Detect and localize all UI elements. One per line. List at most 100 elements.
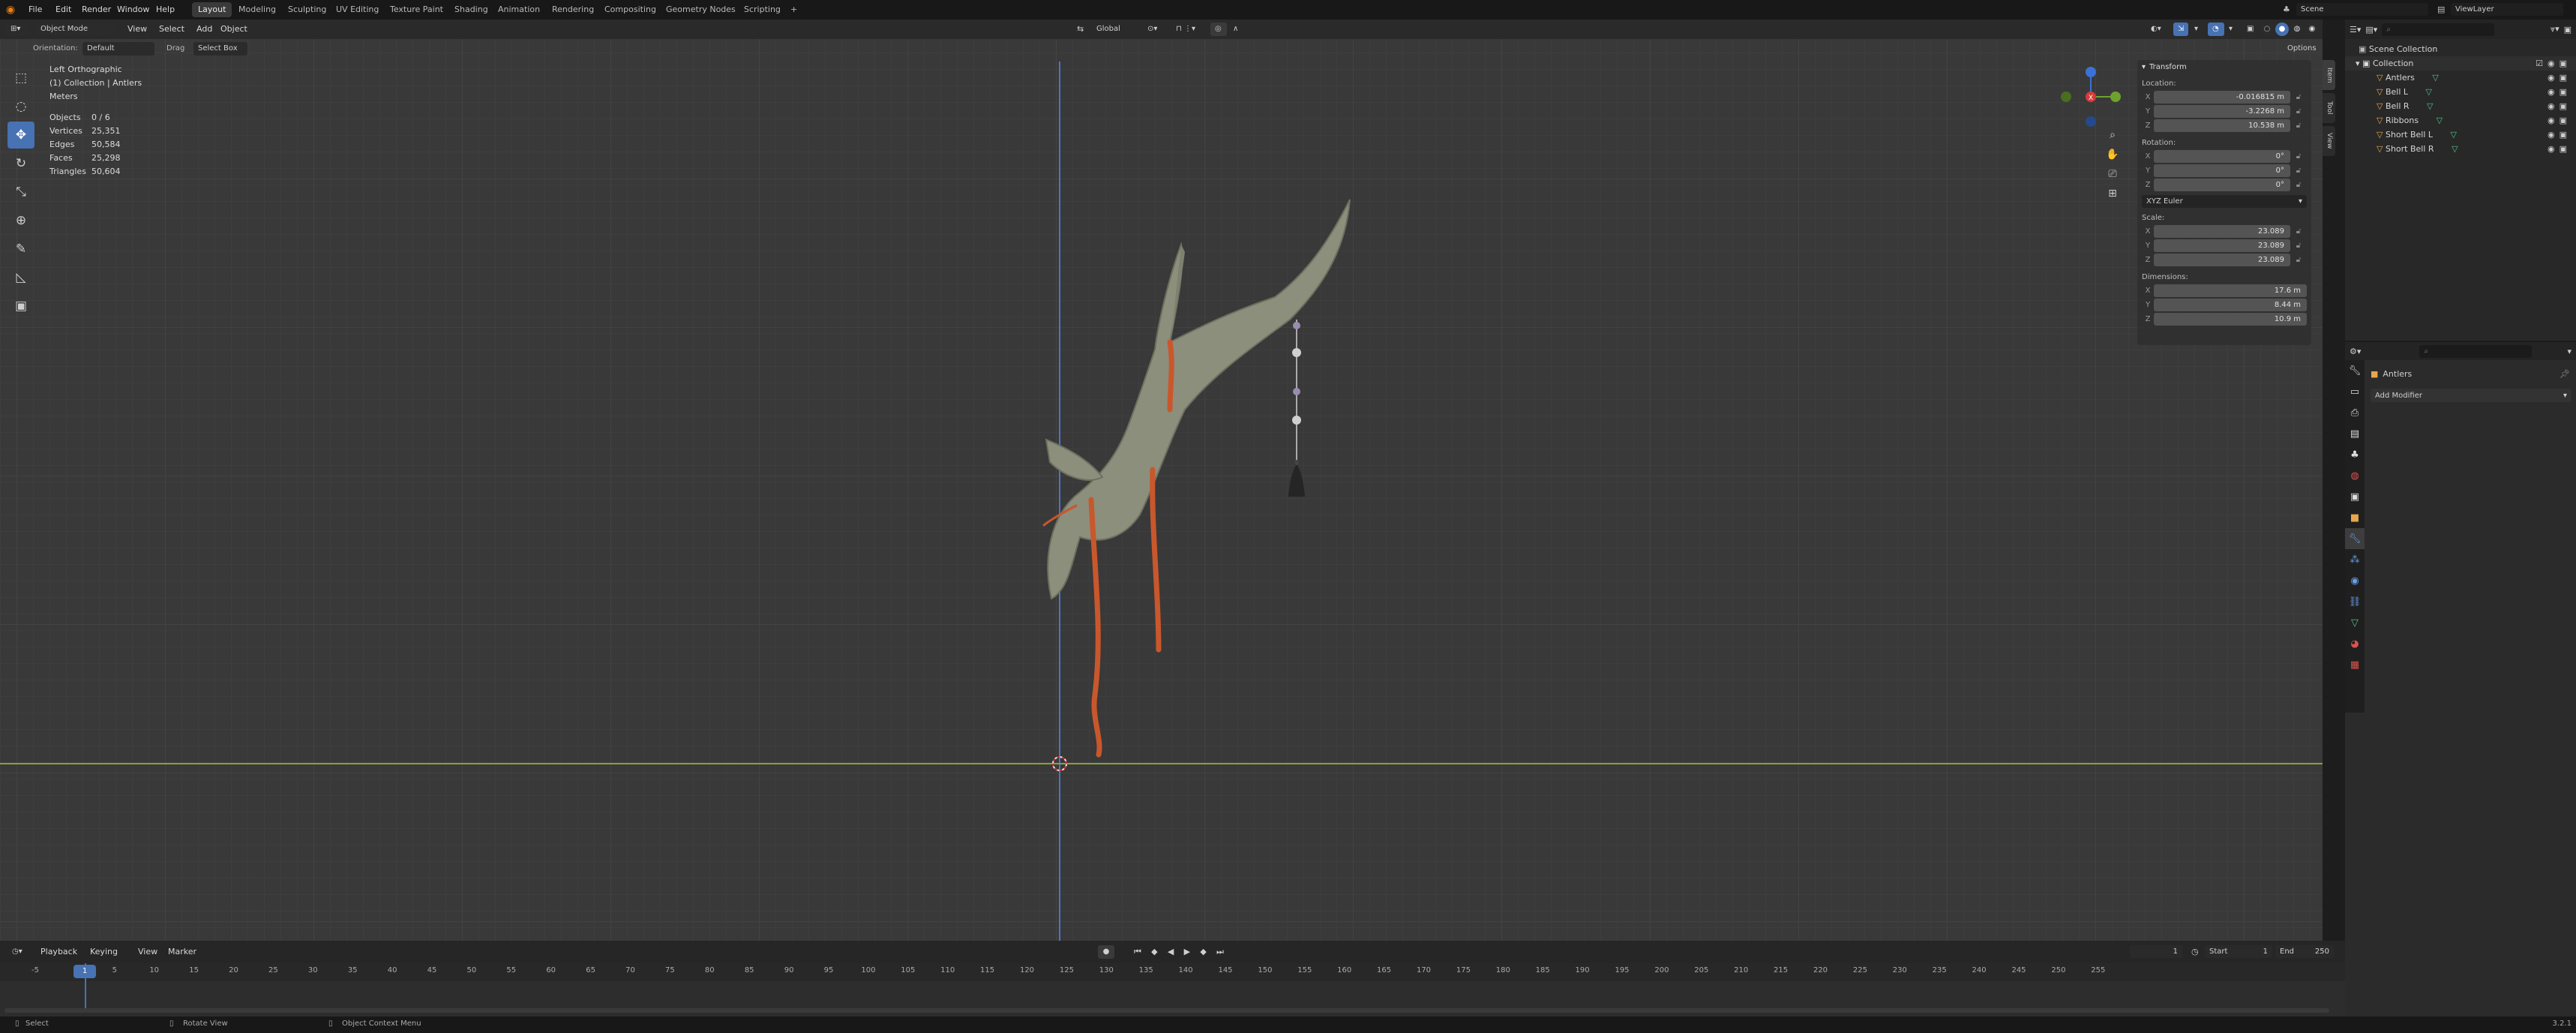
visibility-toggles[interactable]: ◉▣ [2548,113,2572,128]
tab-layout[interactable]: Layout [192,2,232,17]
frame-ruler[interactable]: -5 5 10 15 20 25 30 35 40 45 50 55 60 65 70 75 80 85 90 95 1… [0,963,2345,981]
tab-scripting[interactable]: Scripting [738,2,787,17]
outliner-row[interactable]: ▽ Bell L ▽ ◉▣ [2345,85,2576,99]
record-icon[interactable]: ● [1098,945,1114,959]
timeline-scrollbar[interactable] [4,1008,2329,1013]
filter-icon[interactable]: ⩔▾ [2551,24,2560,35]
tab-geometry-nodes[interactable]: Geometry Nodes [660,2,742,17]
scale-x-field[interactable]: 23.089 [2154,225,2290,238]
add-workspace-button[interactable]: + [784,2,803,17]
menu-timeline-view[interactable]: View [132,945,163,959]
play-reverse-icon[interactable]: ◀ [1168,945,1174,959]
lock-icon[interactable]: 🔓︎ [2290,242,2307,250]
end-frame-field[interactable]: End 250 [2275,945,2334,958]
outliner-editor-icon[interactable]: ☰▾ [2350,25,2361,35]
lock-icon[interactable]: 🔓︎ [2290,122,2307,130]
dimensions-z-field[interactable]: 10.9 m [2154,313,2307,326]
blender-logo-icon[interactable]: ◉ [6,4,18,16]
jump-end-icon[interactable]: ⏭ [1216,945,1224,959]
dimensions-x-field[interactable]: 17.6 m [2154,284,2307,297]
output-tab-icon[interactable]: ⎙ [2345,402,2365,423]
visibility-toggles[interactable]: ◉▣ [2548,71,2572,85]
properties-options-icon[interactable]: ▾ [2567,347,2572,356]
location-x-field[interactable]: -0.016815 m [2154,91,2290,104]
navigation-gizmo[interactable]: X [2059,65,2123,129]
tab-modeling[interactable]: Modeling [232,2,282,17]
visibility-toggles[interactable]: ◉▣ [2548,85,2572,99]
collection-toggles[interactable]: ☑◉▣ [2536,56,2572,71]
tab-shading[interactable]: Shading [448,2,494,17]
properties-search-input[interactable]: ⌕ [2419,344,2533,358]
modifier-tab-icon[interactable]: 🔧︎ [2345,528,2365,549]
lock-icon[interactable]: 🔓︎ [2290,152,2307,161]
outliner-row[interactable]: ▽ Short Bell R ▽ ◉▣ [2345,142,2576,156]
view-layer-tab-icon[interactable]: ▤ [2345,423,2365,444]
add-modifier-button[interactable]: Add Modifier ▾ [2371,389,2572,402]
lock-icon[interactable]: 🔓︎ [2290,256,2307,264]
start-frame-field[interactable]: Start 1 [2205,945,2272,958]
rotation-x-field[interactable]: 0° [2154,150,2290,163]
object-tab-icon[interactable]: ■ [2345,507,2365,528]
jump-start-icon[interactable]: ⏮ [1134,945,1141,959]
collection-tab-icon[interactable]: ▣ [2345,486,2365,507]
lock-icon[interactable]: 🔓︎ [2290,107,2307,116]
menu-marker[interactable]: Marker [162,945,202,959]
menu-window[interactable]: Window [111,3,155,17]
scene-tab-icon[interactable]: ♣ [2345,444,2365,465]
area-divider[interactable] [2335,20,2345,1016]
tab-texture-paint[interactable]: Texture Paint [384,2,449,17]
tab-item[interactable]: Item [2323,60,2335,90]
outliner-row[interactable]: ▽ Ribbons ▽ ◉▣ [2345,113,2576,128]
outliner-row[interactable]: ▽ Antlers ▽ ◉▣ [2345,71,2576,85]
outliner-row[interactable]: ▽ Short Bell L ▽ ◉▣ [2345,128,2576,142]
properties-editor-icon[interactable]: ⚙▾ [2350,347,2361,356]
location-y-field[interactable]: -3.2268 m [2154,105,2290,118]
menu-keying[interactable]: Keying [84,945,124,959]
view-layer-selector[interactable]: ViewLayer [2451,3,2563,16]
timeline-editor-icon[interactable]: ◷▾ [7,945,30,959]
disclosure-icon[interactable]: ▾ [2356,59,2360,68]
scale-z-field[interactable]: 23.089 [2154,254,2290,266]
scene-selector[interactable]: Scene [2296,3,2428,16]
menu-playback[interactable]: Playback [34,945,83,959]
material-tab-icon[interactable]: ◕ [2345,633,2365,654]
tab-animation[interactable]: Animation [492,2,546,17]
ortho-grid-icon[interactable]: ⊞ [2104,188,2121,207]
dimensions-y-field[interactable]: 8.44 m [2154,299,2307,311]
lock-icon[interactable]: 🔓︎ [2290,181,2307,189]
preview-range-icon[interactable]: ◷ [2191,945,2202,959]
scale-y-field[interactable]: 23.089 [2154,239,2290,252]
rotation-z-field[interactable]: 0° [2154,179,2290,191]
pan-hand-icon[interactable]: ✋ [2104,149,2121,168]
render-tab-icon[interactable]: ▭ [2345,381,2365,402]
visibility-toggles[interactable]: ◉▣ [2548,128,2572,142]
particles-tab-icon[interactable]: ⁂ [2345,549,2365,570]
outliner-search-input[interactable]: ⌕ [2382,23,2495,36]
outliner-row[interactable]: ▣ Scene Collection [2345,42,2576,56]
tab-view[interactable]: View [2323,126,2335,156]
world-tab-icon[interactable]: ◍ [2345,465,2365,486]
visibility-toggles[interactable]: ◉▣ [2548,142,2572,156]
visibility-toggles[interactable]: ◉▣ [2548,99,2572,113]
texture-tab-icon[interactable]: ▦ [2345,654,2365,675]
playhead-frame-label[interactable]: 1 [73,965,96,978]
outliner-row[interactable]: ▽ Bell R ▽ ◉▣ [2345,99,2576,113]
menu-edit[interactable]: Edit [49,3,77,17]
lock-icon[interactable]: 🔓︎ [2290,227,2307,236]
tab-compositing[interactable]: Compositing [598,2,662,17]
constraints-tab-icon[interactable]: ⛓︎ [2345,591,2365,612]
location-z-field[interactable]: 10.538 m [2154,119,2290,132]
zoom-icon[interactable]: ⌕ [2104,129,2121,149]
next-keyframe-icon[interactable]: ◆ [1200,945,1206,959]
tab-sculpting[interactable]: Sculpting [282,2,332,17]
tab-tool[interactable]: Tool [2323,93,2335,123]
collapse-icon[interactable]: ▾ [2142,60,2149,75]
rotation-mode-select[interactable]: XYZ Euler ▾ [2142,195,2307,208]
tool-tab-icon[interactable]: 🔧︎ [2345,360,2365,381]
tab-rendering[interactable]: Rendering [546,2,600,17]
display-mode-icon[interactable]: ▤▾ [2365,25,2377,35]
camera-view-icon[interactable]: ⎚ [2104,168,2121,188]
lock-icon[interactable]: 🔓︎ [2290,167,2307,175]
current-frame-field[interactable]: 1 [2130,945,2182,958]
menu-help[interactable]: Help [150,3,181,17]
